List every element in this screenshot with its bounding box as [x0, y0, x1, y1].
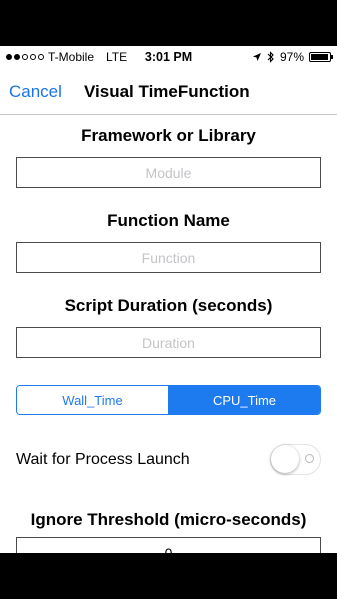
function-name-label: Function Name	[107, 211, 230, 230]
duration-input[interactable]	[16, 327, 321, 358]
wait-for-process-launch-label: Wait for Process Launch	[16, 451, 190, 468]
script-duration-label: Script Duration (seconds)	[64, 296, 273, 315]
bottom-bezel	[0, 553, 337, 599]
segment-cpu-time[interactable]: CPU_Time	[169, 386, 320, 414]
battery-percent: 97%	[279, 50, 304, 64]
module-input[interactable]	[16, 157, 321, 188]
battery-icon	[309, 52, 333, 62]
navigation-bar: Cancel Visual TimeFunction	[0, 68, 337, 115]
page-title: Visual TimeFunction	[84, 82, 250, 101]
cancel-button[interactable]: Cancel	[9, 82, 62, 102]
toggle-knob	[271, 445, 299, 473]
bluetooth-icon	[267, 51, 274, 63]
framework-label: Framework or Library	[81, 126, 256, 145]
ignore-threshold-label: Ignore Threshold (micro-seconds)	[30, 510, 307, 529]
location-arrow-icon	[252, 53, 261, 61]
wait-for-process-launch-toggle[interactable]	[270, 444, 321, 475]
function-input[interactable]	[16, 242, 321, 273]
timer-mode-segmented-control: Wall_Time CPU_Time	[16, 385, 321, 415]
toggle-off-indicator-icon	[305, 454, 314, 463]
threshold-input[interactable]	[16, 537, 321, 553]
status-right: 97%	[252, 50, 333, 64]
status-bar: T-Mobile LTE 3:01 PM 97%	[0, 46, 337, 68]
app-screen: T-Mobile LTE 3:01 PM 97% Cancel Visual T…	[0, 46, 337, 553]
top-bezel	[0, 0, 337, 46]
segment-wall-time[interactable]: Wall_Time	[17, 386, 169, 414]
